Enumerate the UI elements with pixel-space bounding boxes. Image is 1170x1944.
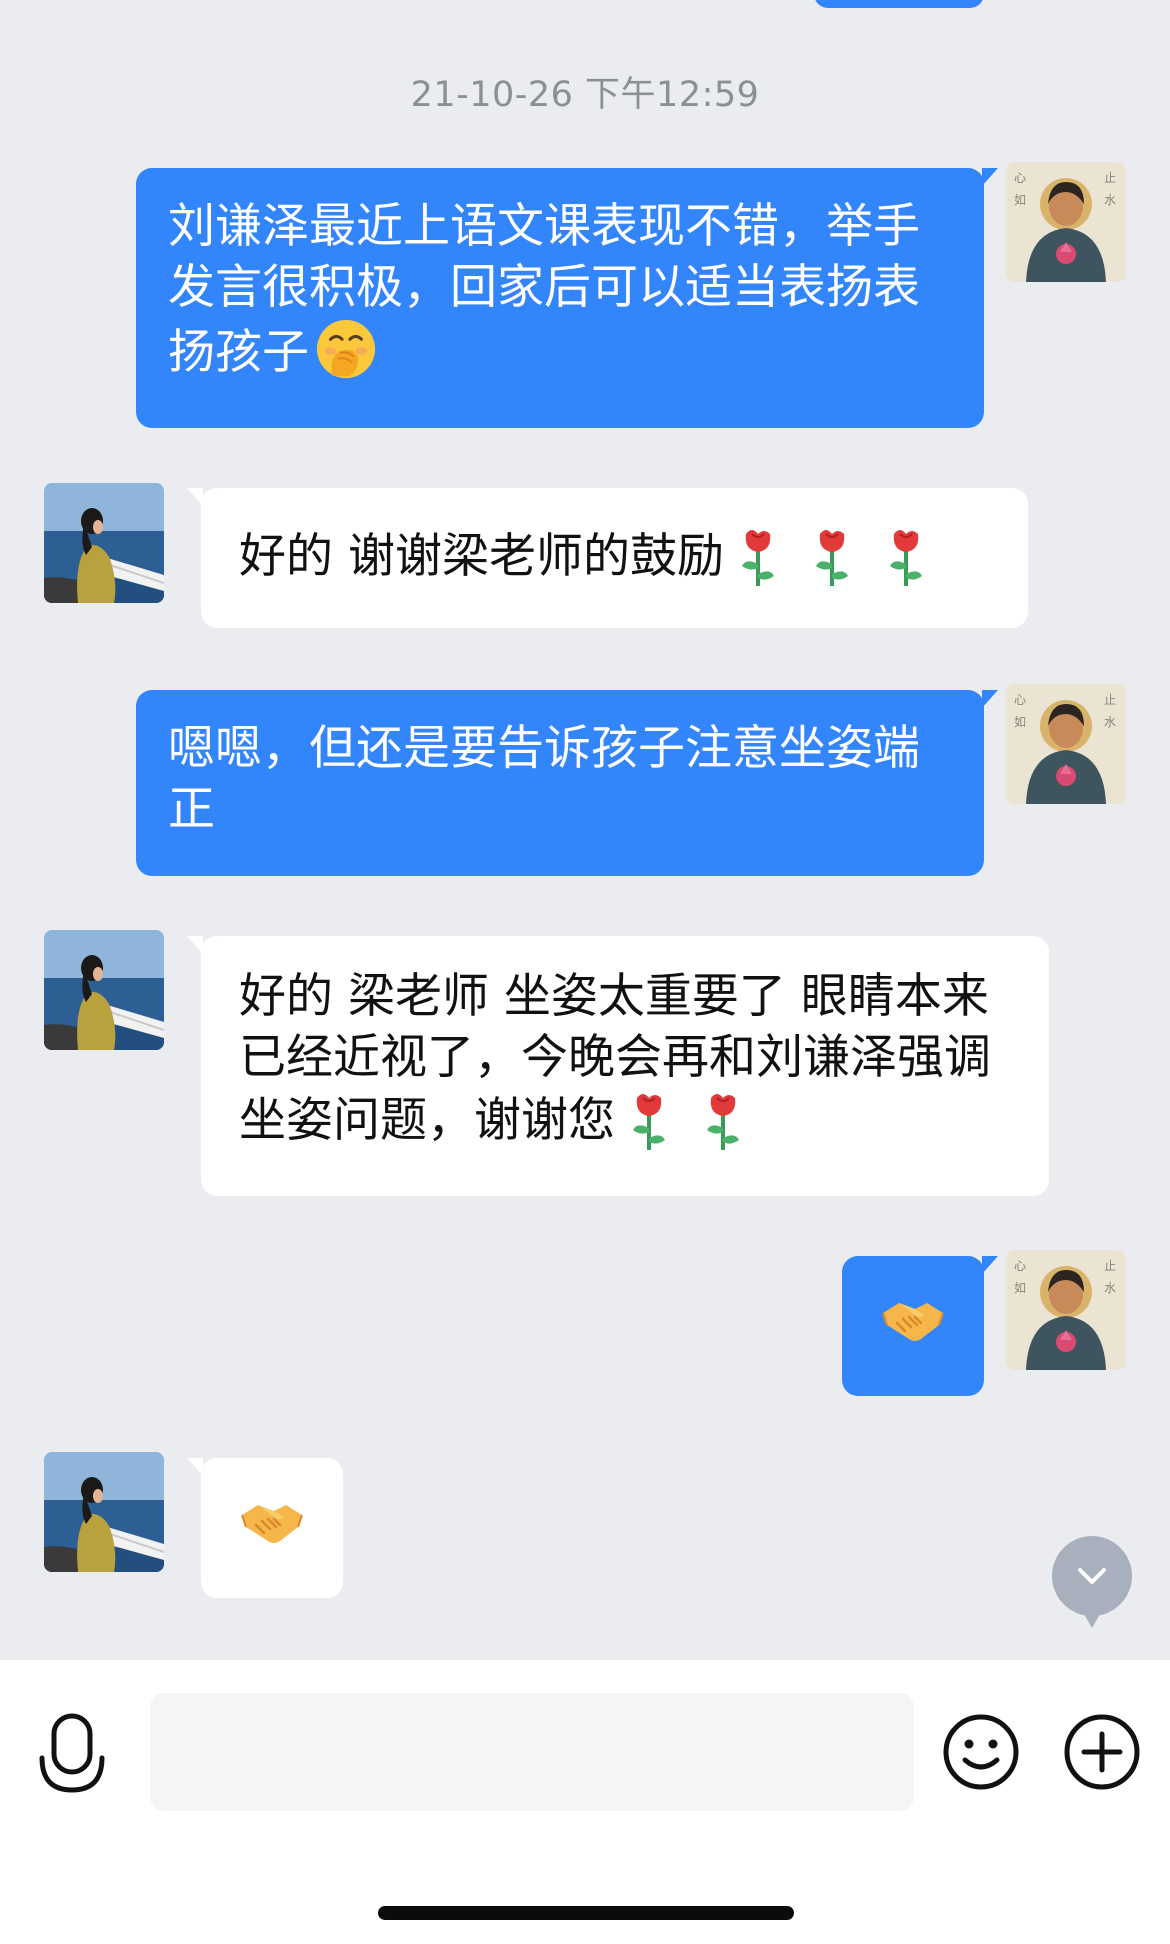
- message-timestamp: 21-10-26 下午12:59: [410, 75, 760, 115]
- handshake-emoji-icon: [881, 1295, 945, 1358]
- rose-emoji-icon: [738, 524, 778, 603]
- message-bubble-incoming[interactable]: 好的 梁老师 坐姿太重要了 眼睛本来已经近视了，今晚会再和刘谦泽强调坐姿问题，谢…: [187, 936, 1049, 1196]
- rose-emoji-icon: [629, 1088, 669, 1167]
- teacher-avatar[interactable]: [1006, 1250, 1126, 1370]
- hand-over-mouth-emoji-icon: [315, 318, 377, 395]
- message-bubble-outgoing[interactable]: [842, 1256, 998, 1396]
- message-bubble-incoming[interactable]: 好的 谢谢梁老师的鼓励: [187, 488, 1028, 628]
- handshake-emoji-icon: [240, 1497, 304, 1560]
- message-input-bar: [0, 1660, 1170, 1944]
- rose-emoji-icon: [886, 524, 926, 603]
- parent-avatar[interactable]: [44, 930, 164, 1050]
- chevron-down-icon: [1078, 1568, 1106, 1584]
- rose-emoji-icon: [812, 524, 852, 603]
- emoji-button[interactable]: [941, 1712, 1021, 1792]
- message-text: 刘谦泽最近上语文课表现不错，举手发言很积极，回家后可以适当表扬表扬孩子: [168, 199, 920, 380]
- chat-area[interactable]: 21-10-26 下午12:59 刘谦泽最近上语文课表现不错，举手发言很积极，回…: [0, 0, 1170, 1660]
- previous-message-bubble: [814, 0, 984, 8]
- message-text: 好的 谢谢梁老师的鼓励: [239, 529, 724, 584]
- message-input[interactable]: [150, 1693, 914, 1811]
- message-text: 好的 梁老师 坐姿太重要了 眼睛本来已经近视了，今晚会再和刘谦泽强调坐姿问题，谢…: [239, 969, 991, 1148]
- teacher-avatar[interactable]: [1006, 162, 1126, 282]
- message-bubble-outgoing[interactable]: 刘谦泽最近上语文课表现不错，举手发言很积极，回家后可以适当表扬表扬孩子: [136, 168, 998, 428]
- smiley-icon: [943, 1714, 1019, 1790]
- parent-avatar[interactable]: [44, 1452, 164, 1572]
- plus-icon: [1064, 1714, 1140, 1790]
- scroll-to-bottom-button[interactable]: [1052, 1536, 1132, 1628]
- teacher-avatar[interactable]: [1006, 684, 1126, 804]
- microphone-icon: [39, 1713, 105, 1793]
- parent-avatar[interactable]: [44, 483, 164, 603]
- message-bubble-incoming[interactable]: [187, 1458, 343, 1598]
- voice-input-button[interactable]: [36, 1712, 108, 1798]
- message-text: 嗯嗯，但还是要告诉孩子注意坐姿端正: [168, 721, 920, 837]
- rose-emoji-icon: [703, 1088, 743, 1167]
- message-bubble-outgoing[interactable]: 嗯嗯，但还是要告诉孩子注意坐姿端正: [136, 690, 998, 876]
- home-indicator: [378, 1906, 794, 1920]
- more-actions-button[interactable]: [1062, 1712, 1142, 1792]
